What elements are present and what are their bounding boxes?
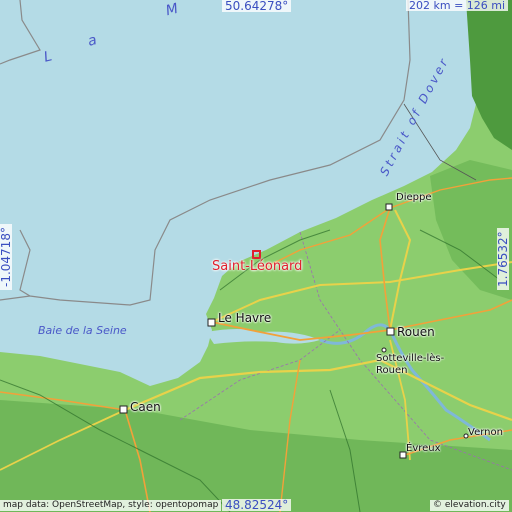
sotteville-label-line2: Rouen	[376, 365, 408, 376]
vernon-label: Vernon	[468, 427, 503, 438]
caen-marker	[119, 405, 128, 414]
dieppe-marker	[385, 203, 393, 211]
saint-leonard-label: Saint-Léonard	[212, 259, 303, 274]
le-havre-marker	[207, 318, 216, 327]
attribution-text: map data: OpenStreetMap, style: opentopo…	[0, 500, 222, 511]
south-coordinate: 48.82524°	[222, 499, 292, 511]
map[interactable]: L a M Strait of Dover Baie de la Seine D…	[0, 0, 512, 512]
west-coordinate: -1.04718°	[0, 224, 13, 290]
caen-label: Caen	[130, 400, 161, 414]
north-coordinate: 50.64278°	[222, 0, 292, 12]
maritime-boundary-3	[0, 295, 31, 301]
rouen-marker	[386, 327, 395, 336]
sotteville-label-line1: Sotteville-lès-	[376, 353, 445, 364]
east-coordinate: 1.76532°	[496, 228, 510, 290]
le-havre-label: Le Havre	[218, 311, 272, 325]
evreux-label: Évreux	[406, 443, 441, 454]
sotteville-marker	[381, 347, 387, 353]
baie-de-la-seine-label: Baie de la Seine	[38, 324, 127, 337]
rouen-label: Rouen	[397, 325, 435, 339]
maritime-boundary	[0, 0, 41, 65]
scale-label: 202 km = 126 mi	[406, 0, 509, 11]
attribution-right: © elevation.city	[430, 500, 509, 511]
dieppe-label: Dieppe	[396, 192, 432, 203]
